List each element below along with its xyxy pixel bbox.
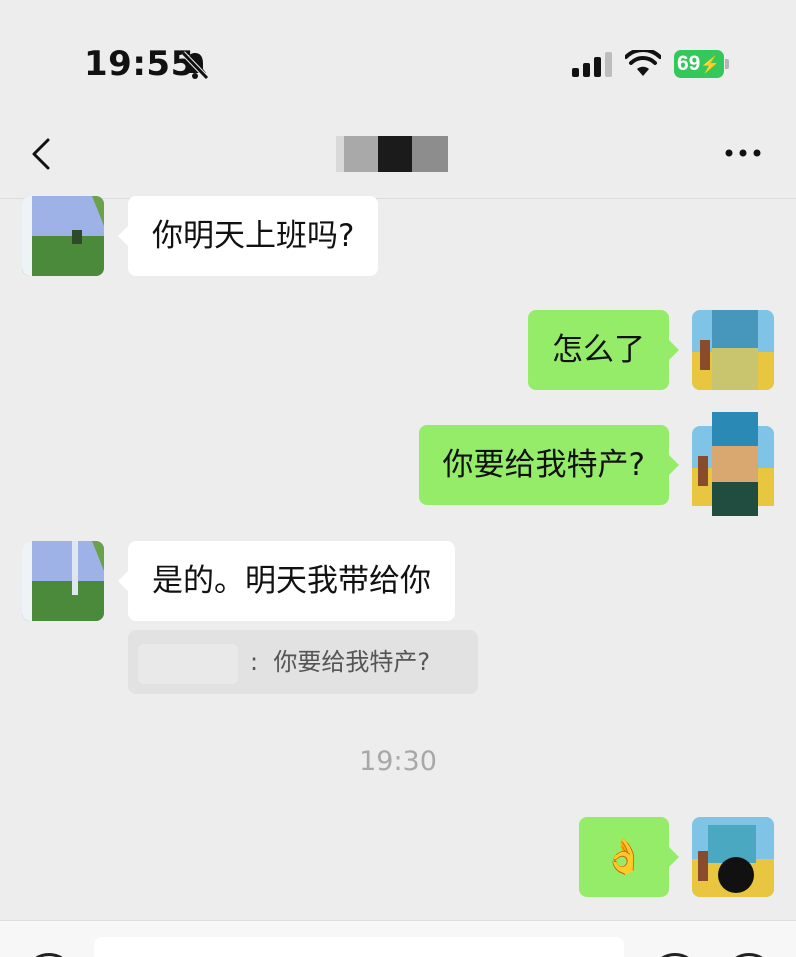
contact-avatar[interactable] — [22, 196, 104, 276]
message-bubble-incoming[interactable]: 是的。明天我带给你 — [118, 541, 455, 621]
chevron-left-icon[interactable] — [22, 132, 66, 176]
emoji-icon[interactable] — [650, 953, 700, 957]
charging-bolt-icon: ⚡ — [700, 57, 721, 74]
ok-hand-emoji: 👌 — [602, 837, 646, 877]
quote-text: 你要给我特产? — [273, 648, 431, 676]
my-avatar[interactable] — [692, 412, 774, 516]
avatar-image — [22, 541, 104, 621]
message-bubble-incoming[interactable]: 你明天上班吗? — [117, 196, 379, 276]
quoted-sender-redacted — [138, 644, 238, 684]
avatar-image — [22, 196, 104, 276]
plus-icon[interactable] — [724, 953, 774, 957]
avatar-image — [692, 412, 774, 516]
more-dots-icon[interactable] — [720, 138, 766, 168]
bell-slash-icon — [181, 51, 209, 79]
message-bubble-outgoing[interactable]: 怎么了 — [528, 310, 679, 390]
input-bar — [0, 920, 796, 957]
contact-avatar[interactable] — [22, 541, 104, 621]
timestamp-divider: 19:30 — [359, 746, 437, 777]
battery-charging-icon: 69⚡ — [674, 50, 730, 78]
quote-separator: : — [250, 648, 259, 676]
avatar-image — [692, 310, 774, 390]
redaction-block — [412, 136, 448, 172]
status-time: 19:55 — [84, 44, 195, 84]
wifi-icon — [625, 50, 661, 76]
chat-title-redacted — [336, 136, 448, 172]
status-bar: 19:55 69⚡ — [0, 0, 796, 120]
quoted-message[interactable]: : 你要给我特产? — [128, 630, 478, 694]
cellular-signal-icon — [572, 52, 612, 77]
redaction-block — [378, 136, 412, 172]
my-avatar[interactable] — [692, 817, 774, 897]
my-avatar[interactable] — [692, 310, 774, 390]
battery-level: 69⚡ — [674, 50, 724, 78]
message-bubble-outgoing[interactable]: 👌 — [579, 817, 679, 897]
message-input[interactable] — [94, 937, 624, 957]
voice-icon[interactable] — [24, 953, 74, 957]
redaction-block — [344, 136, 378, 172]
avatar-image — [692, 817, 774, 897]
redaction-block — [336, 136, 344, 172]
chat-screen: 19:55 69⚡ 你明天上班吗? 怎么了 你要给我特产? 是的。明天我带给你 … — [0, 0, 796, 957]
message-bubble-outgoing[interactable]: 你要给我特产? — [418, 425, 680, 505]
chat-header — [0, 120, 796, 199]
battery-tip — [725, 59, 729, 69]
